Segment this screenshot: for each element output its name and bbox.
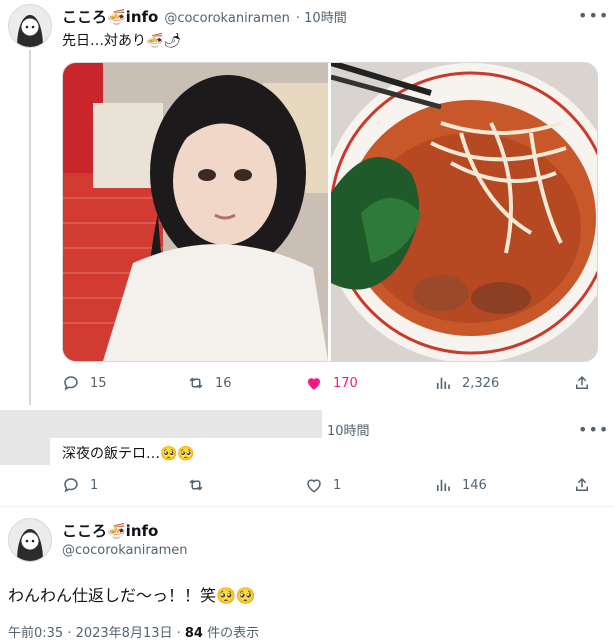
avatar[interactable] [8,518,52,562]
views-button[interactable]: 2,326 [434,374,499,392]
reply-button[interactable]: 1 [62,476,98,494]
tweet-text: わんわん仕返しだ〜っ！！笑🥺🥺 [8,586,256,605]
reply-icon [64,376,78,391]
like-count: 170 [333,375,358,391]
like-count: 1 [333,477,342,493]
handle[interactable]: @cocorokaniramen [164,11,290,26]
reply-button[interactable]: 15 [62,374,107,392]
more-icon[interactable]: ••• [578,6,609,25]
timestamp[interactable]: 10時間 [327,420,370,439]
tweet-text: 深夜の飯テロ…🥺🥺 [62,446,195,462]
like-icon [307,479,321,493]
tweet-meta: 午前0:35 · 2023年8月13日 · 84 件の表示 [8,622,259,641]
more-icon[interactable]: ••• [578,420,609,439]
retweet-count: 16 [215,375,232,391]
share-icon [576,375,588,389]
thread-line [29,50,31,405]
views-count: 146 [462,477,487,493]
photo-ramen[interactable] [321,63,597,361]
like-icon [308,378,320,390]
reply-count: 15 [90,375,107,391]
view-count: 84 [184,626,203,641]
retweet-button[interactable]: 16 [187,374,232,392]
handle[interactable]: @cocorokaniramen [62,543,188,558]
like-button[interactable]: 170 [305,374,358,392]
media-grid[interactable] [62,62,598,362]
like-button[interactable]: 1 [305,476,341,494]
retweet-icon [189,479,203,491]
redacted-name [0,410,322,438]
tweet-datetime[interactable]: 午前0:35 · 2023年8月13日 · [8,626,185,641]
display-name[interactable]: こころ🍜info [62,6,158,27]
tweet1-header: こころ🍜info @cocorokaniramen · 10時間 [62,6,347,27]
divider [0,506,614,507]
share-icon [576,477,588,491]
display-name[interactable]: こころ🍜info [62,520,158,541]
views-icon [436,479,450,491]
views-icon [436,377,450,389]
view-suffix: 件の表示 [202,626,260,641]
retweet-button[interactable] [187,476,205,494]
timestamp[interactable]: · 10時間 [296,7,347,26]
reply-count: 1 [90,477,99,493]
photo-selfie[interactable] [63,63,328,361]
reply-icon [64,478,78,493]
retweet-icon [189,377,203,389]
avatar[interactable] [8,4,52,48]
share-button[interactable] [573,374,591,392]
views-count: 2,326 [462,375,500,391]
views-button[interactable]: 146 [434,476,487,494]
share-button[interactable] [573,476,591,494]
tweet-text: 先日…対あり🍜🌶 [62,33,182,49]
